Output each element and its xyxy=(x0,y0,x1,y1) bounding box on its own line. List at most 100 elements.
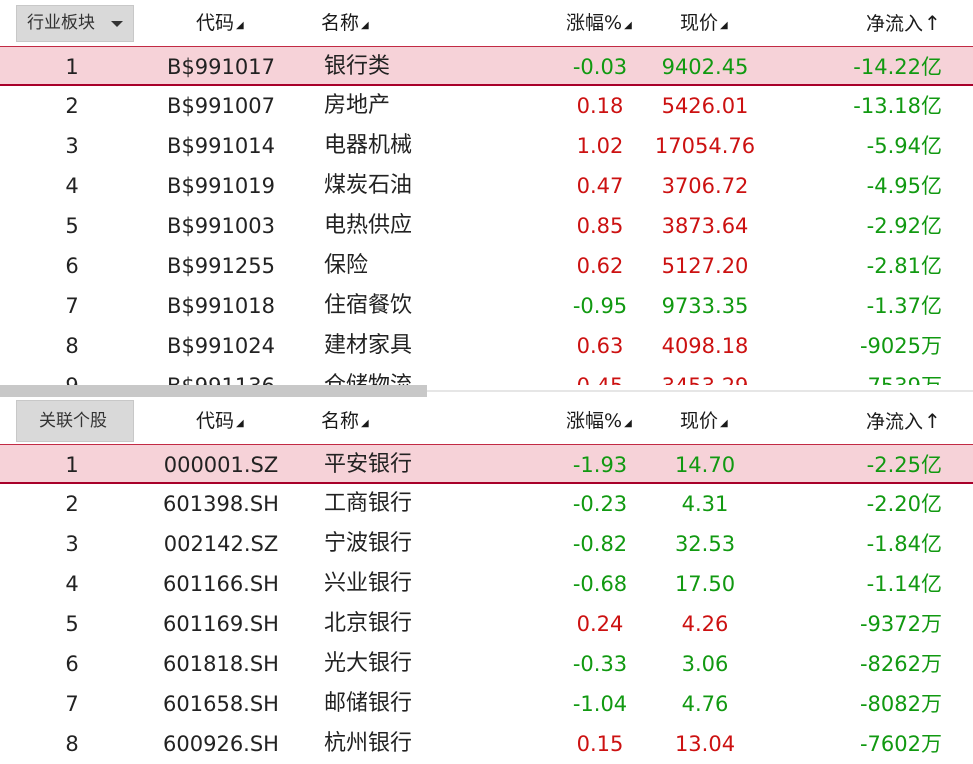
sort-icon: ◢ xyxy=(624,418,632,429)
table-row[interactable]: 4 B$991019 煤炭石油 0.47 3706.72 -4.95亿 xyxy=(0,166,973,206)
table-row[interactable]: 1 B$991017 银行类 -0.03 9402.45 -14.22亿 xyxy=(0,46,973,86)
row-price: 5127.20 xyxy=(661,254,749,278)
row-name: 邮储银行 xyxy=(324,691,413,716)
header-change[interactable]: 涨幅% ◢ xyxy=(566,0,632,46)
row-name: 北京银行 xyxy=(324,611,413,636)
row-net-inflow: -2.20亿 xyxy=(866,492,942,516)
row-change: -0.03 xyxy=(572,55,628,79)
row-net-inflow: -7539万 xyxy=(800,366,942,385)
row-change: -0.95 xyxy=(572,294,628,318)
header-price-label: 现价 xyxy=(680,410,719,432)
header-net-inflow[interactable]: 净流入↑ xyxy=(866,398,941,444)
row-change: 0.47 xyxy=(576,174,624,198)
header-code[interactable]: 代码 ◢ xyxy=(196,0,244,46)
row-code: B$991018 xyxy=(167,294,275,318)
header-change[interactable]: 涨幅% ◢ xyxy=(566,398,632,444)
chevron-down-icon xyxy=(111,21,123,27)
header-flow-label: 净流入 xyxy=(866,411,924,433)
table-row[interactable]: 6 601818.SH 光大银行 -0.33 3.06 -8262万 xyxy=(0,644,973,684)
header-name-label: 名称 xyxy=(321,410,360,432)
table-row[interactable]: 2 B$991007 房地产 0.18 5426.01 -13.18亿 xyxy=(0,86,973,126)
header-change-label: 涨幅% xyxy=(566,12,623,34)
row-code: 601658.SH xyxy=(163,692,279,716)
header-flow-label: 净流入 xyxy=(866,13,924,35)
row-price: 14.70 xyxy=(674,453,736,477)
row-price: 9402.45 xyxy=(661,55,749,79)
row-index: 7 xyxy=(65,692,79,716)
header-price[interactable]: 现价 ◢ xyxy=(680,398,728,444)
table-row[interactable]: 4 601166.SH 兴业银行 -0.68 17.50 -1.14亿 xyxy=(0,564,973,604)
header-name[interactable]: 名称 ◢ xyxy=(321,0,369,46)
row-price: 3873.64 xyxy=(661,214,749,238)
header-net-inflow[interactable]: 净流入↑ xyxy=(866,0,941,46)
sort-icon: ◢ xyxy=(720,418,728,429)
row-price: 3706.72 xyxy=(661,174,749,198)
row-change: 0.24 xyxy=(576,612,624,636)
row-net-inflow: -2.92亿 xyxy=(866,214,942,238)
row-price: 3453.29 xyxy=(645,366,765,385)
header-name[interactable]: 名称 ◢ xyxy=(321,398,369,444)
table-row[interactable]: 3 B$991014 电器机械 1.02 17054.76 -5.94亿 xyxy=(0,126,973,166)
row-price: 4.26 xyxy=(681,612,729,636)
sort-icon: ◢ xyxy=(236,418,244,429)
row-name: 煤炭石油 xyxy=(324,173,413,198)
stock-table-body: 1 000001.SZ 平安银行 -1.93 14.70 -2.25亿 2 601398.SH… xyxy=(0,444,973,764)
table-row[interactable]: 5 601169.SH 北京银行 0.24 4.26 -9372万 xyxy=(0,604,973,644)
table-row[interactable]: 8 600926.SH 杭州银行 0.15 13.04 -7602万 xyxy=(0,724,973,764)
row-change: 1.02 xyxy=(576,134,624,158)
row-code: B$991017 xyxy=(167,55,275,79)
row-code: 600926.SH xyxy=(163,732,279,756)
table-row[interactable]: 5 B$991003 电热供应 0.85 3873.64 -2.92亿 xyxy=(0,206,973,246)
table-row[interactable]: 7 B$991018 住宿餐饮 -0.95 9733.35 -1.37亿 xyxy=(0,286,973,326)
row-change: 0.62 xyxy=(576,254,624,278)
row-price: 32.53 xyxy=(674,532,736,556)
table-row[interactable]: 1 000001.SZ 平安银行 -1.93 14.70 -2.25亿 xyxy=(0,444,973,484)
row-name: 杭州银行 xyxy=(324,731,413,756)
row-net-inflow: -1.37亿 xyxy=(866,294,942,318)
related-stocks-tab[interactable]: 关联个股 xyxy=(16,400,134,442)
row-index: 4 xyxy=(65,174,79,198)
row-net-inflow: -8262万 xyxy=(859,652,942,676)
row-code: B$991019 xyxy=(167,174,275,198)
row-net-inflow: -1.14亿 xyxy=(866,572,942,596)
row-price: 4098.18 xyxy=(661,334,749,358)
row-net-inflow: -2.25亿 xyxy=(866,453,942,477)
row-net-inflow: -9372万 xyxy=(859,612,942,636)
row-code: 002142.SZ xyxy=(163,532,279,556)
table-row[interactable]: 6 B$991255 保险 0.62 5127.20 -2.81亿 xyxy=(0,246,973,286)
sector-tab-label: 行业板块 xyxy=(27,13,95,33)
stock-table-header: 关联个股 代码 ◢ 名称 ◢ 涨幅% ◢ 现价 ◢ 净流入↑ xyxy=(0,398,973,444)
header-code-label: 代码 xyxy=(196,12,235,34)
row-code: B$991014 xyxy=(167,134,275,158)
row-net-inflow: -9025万 xyxy=(859,334,942,358)
sort-up-arrow-icon: ↑ xyxy=(924,409,941,433)
header-code[interactable]: 代码 ◢ xyxy=(196,398,244,444)
panel-divider-line xyxy=(427,390,973,392)
sort-icon: ◢ xyxy=(361,418,369,429)
row-index: 9 xyxy=(40,366,104,385)
sector-category-dropdown[interactable]: 行业板块 xyxy=(16,5,134,42)
header-price[interactable]: 现价 ◢ xyxy=(680,0,728,46)
sort-icon: ◢ xyxy=(720,20,728,31)
row-name: 建材家具 xyxy=(324,333,413,358)
sector-table-header: 行业板块 代码 ◢ 名称 ◢ 涨幅% ◢ 现价 ◢ 净流入↑ xyxy=(0,0,973,46)
row-name: 保险 xyxy=(324,253,369,278)
sort-up-arrow-icon: ↑ xyxy=(924,11,941,35)
row-index: 5 xyxy=(65,612,79,636)
table-row[interactable]: 3 002142.SZ 宁波银行 -0.82 32.53 -1.84亿 xyxy=(0,524,973,564)
sector-panel: 行业板块 代码 ◢ 名称 ◢ 涨幅% ◢ 现价 ◢ 净流入↑ 1 B$991017 银行类 -… xyxy=(0,0,973,385)
table-row[interactable]: 8 B$991024 建材家具 0.63 4098.18 -9025万 xyxy=(0,326,973,366)
row-index: 6 xyxy=(65,254,79,278)
table-row[interactable]: 7 601658.SH 邮储银行 -1.04 4.76 -8082万 xyxy=(0,684,973,724)
row-name: 宁波银行 xyxy=(324,531,413,556)
table-row[interactable]: 9 B$991136 仓储物流 0.453453.29 -7539万 xyxy=(0,366,973,385)
row-index: 8 xyxy=(65,334,79,358)
row-code: B$991007 xyxy=(167,94,275,118)
row-index: 8 xyxy=(65,732,79,756)
row-name: 兴业银行 xyxy=(324,571,413,596)
row-change: -0.33 xyxy=(572,652,628,676)
row-code: 601818.SH xyxy=(163,652,279,676)
row-code: B$991136 xyxy=(150,366,292,385)
panel-splitter[interactable] xyxy=(0,385,427,397)
table-row[interactable]: 2 601398.SH 工商银行 -0.23 4.31 -2.20亿 xyxy=(0,484,973,524)
